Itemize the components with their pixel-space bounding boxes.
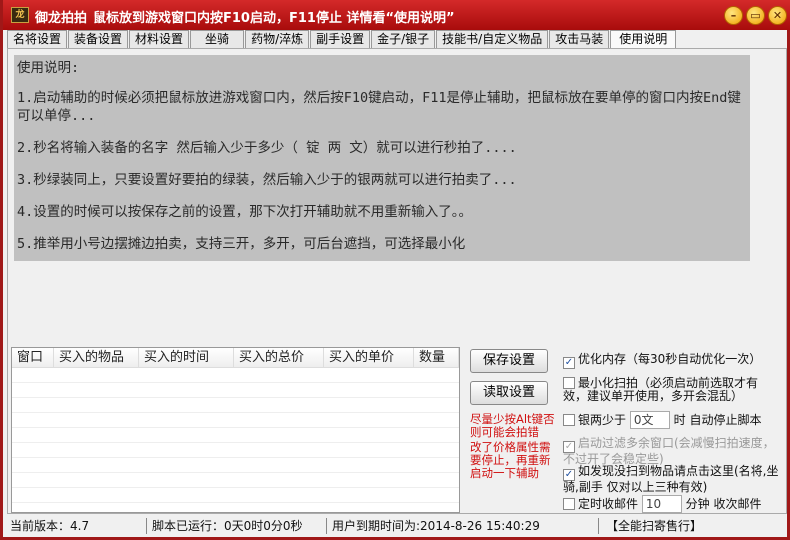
option-minimize-scan[interactable]: 最小化扫拍（必须启动前选取才有效，建议单开使用，多开会混乱） xyxy=(563,377,763,403)
purchase-table[interactable]: 窗口 买入的物品 买入的时间 买入的总价 买入的单价 数量 xyxy=(11,347,460,513)
tab-mount[interactable]: 坐骑 xyxy=(190,30,245,48)
checkbox-checked-icon[interactable]: ✓ xyxy=(563,357,575,369)
close-button[interactable]: ✕ xyxy=(768,6,787,25)
status-bar: 当前版本：4.7 脚本已运行：0天0时0分0秒 用户到期时间为:2014-8-2… xyxy=(6,516,790,536)
col-quantity[interactable]: 数量 xyxy=(414,348,459,367)
tab-attack-horse[interactable]: 攻击马装 xyxy=(549,30,610,48)
col-unit-price[interactable]: 买入的单价 xyxy=(324,348,414,367)
col-time[interactable]: 买入的时间 xyxy=(139,348,234,367)
main-window: 龙 御龙拍拍 鼠标放到游戏窗口内按F10启动，F11停止 详情看“使用说明” –… xyxy=(0,0,790,540)
instructions-text: 使用说明: 1.启动辅助的时候必须把鼠标放进游戏窗口内，然后按F10键启动，F1… xyxy=(14,55,750,261)
option-label: 如发现没扫到物品请点击这里(名将,坐骑,副手 仅对以上三种有效) xyxy=(563,464,779,494)
instruction-line: 1.启动辅助的时候必须把鼠标放进游戏窗口内，然后按F10键启动，F11是停止辅助… xyxy=(17,90,741,124)
checkbox-icon[interactable] xyxy=(563,498,575,510)
load-settings-button[interactable]: 读取设置 xyxy=(470,381,548,405)
option-timed-mail[interactable]: 定时收邮件 10 分钟 收次邮件 xyxy=(563,495,788,513)
divider xyxy=(326,518,327,534)
instruction-line: 2.秒名将输入装备的名字 然后输入少于多少（ 锭 两 文）就可以进行秒拍了...… xyxy=(17,140,517,156)
tab-generals[interactable]: 名将设置 xyxy=(7,30,68,48)
instruction-line: 3.秒绿装同上，只要设置好要拍的绿装，然后输入少于的银两就可以进行拍卖了... xyxy=(17,172,517,188)
silver-threshold-input[interactable]: 0文 xyxy=(629,411,670,429)
instruction-line: 5.推举用小号边摆摊边拍卖，支持三开，多开，可后台遮挡，可选择最小化 xyxy=(17,236,466,252)
minimize-button[interactable]: – xyxy=(724,6,743,25)
runtime-label: 脚本已运行：0天0时0分0秒 xyxy=(152,519,303,533)
option-silver-stop[interactable]: 银两少于 0文 时 自动停止脚本 xyxy=(563,411,788,429)
option-label: 启动过滤多余窗口(会减慢扫拍速度，不过开了会稳定些) xyxy=(563,436,775,466)
save-settings-button[interactable]: 保存设置 xyxy=(470,349,548,373)
col-item[interactable]: 买入的物品 xyxy=(54,348,139,367)
alt-key-warning: 尽量少按Alt键否则可能会拍错 xyxy=(470,412,555,439)
divider xyxy=(146,518,147,534)
expiry-label: 用户到期时间为:2014-8-26 15:40:29 xyxy=(332,519,540,533)
title-hint: 鼠标放到游戏窗口内按F10启动，F11停止 详情看“使用说明” xyxy=(93,11,455,26)
tab-offhand[interactable]: 副手设置 xyxy=(310,30,371,48)
shop-label: 【全能扫寄售行】 xyxy=(606,519,703,533)
option-suffix: 时 自动停止脚本 xyxy=(673,413,762,427)
option-label: 定时收邮件 xyxy=(578,497,639,511)
mail-interval-input[interactable]: 10 xyxy=(641,495,682,513)
col-total[interactable]: 买入的总价 xyxy=(234,348,324,367)
table-body xyxy=(12,368,459,512)
option-suffix: 分钟 收次邮件 xyxy=(685,497,762,511)
app-name: 御龙拍拍 xyxy=(35,11,88,26)
maximize-button[interactable]: ▭ xyxy=(746,6,765,25)
tab-materials[interactable]: 材料设置 xyxy=(129,30,190,48)
option-label: 优化内存（每30秒自动优化一次） xyxy=(578,352,762,366)
col-window[interactable]: 窗口 xyxy=(12,348,54,367)
option-optimize-memory[interactable]: ✓ 优化内存（每30秒自动优化一次） xyxy=(563,353,783,369)
instruction-line: 4.设置的时候可以按保存之前的设置，那下次打开辅助就不用重新输入了。。 xyxy=(17,204,473,220)
instructions-heading: 使用说明: xyxy=(17,60,80,76)
tab-instructions[interactable]: 使用说明 xyxy=(610,30,677,49)
option-filter-windows: ✓ 启动过滤多余窗口(会减慢扫拍速度，不过开了会稳定些) xyxy=(563,437,778,466)
restart-warning: 改了价格属性需要停止，再重新启动一下辅助 xyxy=(470,440,551,480)
divider xyxy=(598,518,599,534)
tab-skillbooks[interactable]: 技能书/自定义物品 xyxy=(436,30,549,48)
option-label: 最小化扫拍（必须启动前选取才有效，建议单开使用，多开会混乱） xyxy=(563,376,759,403)
content-panel: 使用说明: 1.启动辅助的时候必须把鼠标放进游戏窗口内，然后按F10键启动，F1… xyxy=(7,48,787,514)
checkbox-icon[interactable] xyxy=(563,377,575,389)
option-rescan[interactable]: ✓ 如发现没扫到物品请点击这里(名将,坐骑,副手 仅对以上三种有效) xyxy=(563,465,783,494)
checkbox-icon[interactable] xyxy=(563,414,575,426)
version-label: 当前版本：4.7 xyxy=(10,519,90,533)
tab-bar: 名将设置 装备设置 材料设置 坐骑 药物/淬炼 副手设置 金子/银子 技能书/自… xyxy=(7,30,677,49)
tab-gold-silver[interactable]: 金子/银子 xyxy=(371,30,436,48)
option-label: 银两少于 xyxy=(578,413,627,427)
tab-equipment[interactable]: 装备设置 xyxy=(68,30,129,48)
tab-potions[interactable]: 药物/淬炼 xyxy=(245,30,310,48)
title-bar: 龙 御龙拍拍 鼠标放到游戏窗口内按F10启动，F11停止 详情看“使用说明” –… xyxy=(3,0,790,30)
app-logo-icon: 龙 xyxy=(11,7,29,23)
table-header: 窗口 买入的物品 买入的时间 买入的总价 买入的单价 数量 xyxy=(12,348,459,368)
